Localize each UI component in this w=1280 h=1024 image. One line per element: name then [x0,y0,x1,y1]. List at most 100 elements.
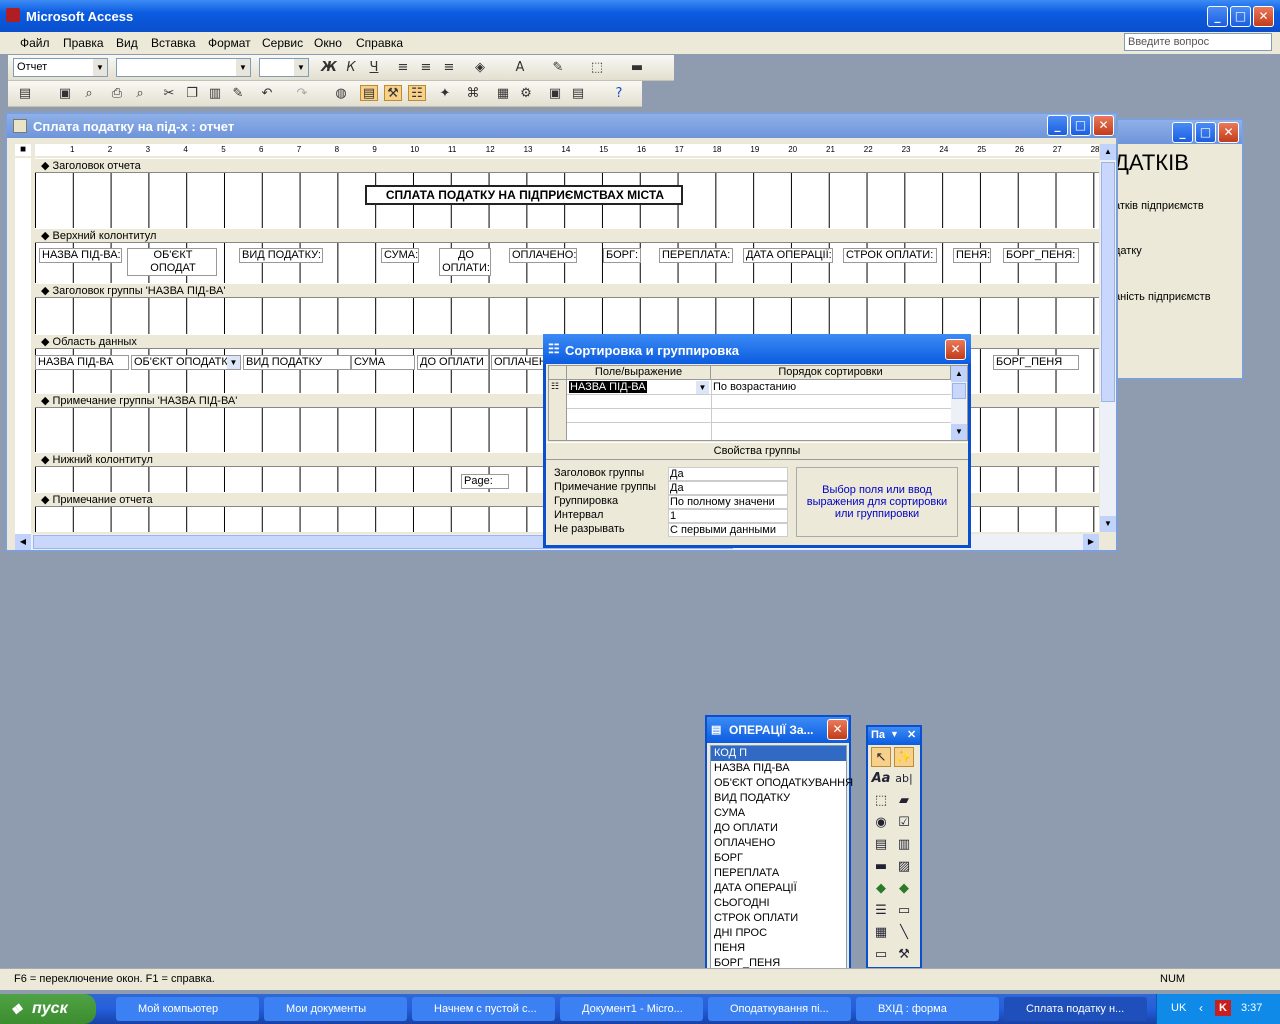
menu-file[interactable]: Файл [20,36,50,50]
field-suma[interactable]: СУМА [351,355,415,370]
search-icon[interactable]: ⌕ [80,86,98,102]
hyperlink-icon[interactable]: ◍ [332,86,350,102]
start-button[interactable]: ❖ пуск [0,994,96,1024]
label-borg-penya[interactable]: БОРГ_ПЕНЯ: [1003,248,1079,263]
sort-grid[interactable]: Поле/выражение Порядок сортировки ☷ НАЗВ… [548,365,968,441]
cut-icon[interactable]: ✂ [160,86,178,102]
scroll-down-icon[interactable]: ▼ [1100,516,1116,532]
label-do-oplaty[interactable]: ДО ОПЛАТИ: [439,248,491,276]
bg-minimize-button[interactable]: _ [1172,122,1193,143]
close-icon[interactable]: ✕ [907,728,916,741]
scroll-up-icon[interactable]: ▲ [951,366,967,382]
align-center-icon[interactable]: ≡ [417,60,435,76]
underline-icon[interactable]: Ч [365,60,383,76]
format-painter-icon[interactable]: ✎ [229,86,247,102]
fill-color-icon[interactable]: ◈ [471,60,489,76]
field-list-item[interactable]: ПЕРЕПЛАТА [711,866,846,881]
task-opodatkuvannya[interactable]: Оподаткування пі... [708,997,851,1021]
prop-value-interval[interactable]: 1 [668,509,788,523]
report-titlebar[interactable]: Сплата податку на під-х : отчет _ □ ✕ [7,114,1116,138]
object-combo[interactable]: Отчет ▼ [13,58,108,77]
tab-control-icon[interactable]: ▭ [894,901,914,921]
field-list-item[interactable]: СТРОК ОПЛАТИ [711,911,846,926]
scroll-up-icon[interactable]: ▲ [1100,144,1116,160]
chevron-down-icon[interactable]: ▼ [696,381,709,394]
code-icon[interactable]: ⌘ [464,86,482,102]
prop-value-group-header[interactable]: Да [668,467,788,481]
font-color-icon[interactable]: A [511,60,529,76]
bold-icon[interactable]: Ж [320,60,338,76]
section-report-header[interactable]: ◆ Заголовок отчета [35,158,1099,173]
command-button-icon[interactable]: ▬ [871,857,891,877]
label-data-operacii[interactable]: ДАТА ОПЕРАЦІЇ: [743,248,833,263]
minimize-button[interactable]: _ [1207,6,1228,27]
menu-tools[interactable]: Сервис [262,36,303,50]
menu-view[interactable]: Вид [116,36,138,50]
background-window[interactable]: _ □ ✕ ДАТКІВ атків підприємств датку ані… [1112,118,1244,380]
sorting-grouping-dialog[interactable]: ☷ Сортировка и группировка ✕ Поле/выраже… [543,334,971,548]
field-list-item[interactable]: ДО ОПЛАТИ [711,821,846,836]
properties-icon[interactable]: ▦ [494,86,512,102]
report-minimize-button[interactable]: _ [1047,115,1068,136]
task-vhid-form[interactable]: ВХІД : форма [856,997,999,1021]
page-break-icon[interactable]: ☰ [871,901,891,921]
checkbox-tool-icon[interactable]: ☑ [894,813,914,833]
vertical-scrollbar[interactable]: ▲ ▼ [1100,144,1116,532]
bg-close-button[interactable]: ✕ [1218,122,1239,143]
menu-window[interactable]: Окно [314,36,342,50]
option-button-icon[interactable]: ◉ [871,813,891,833]
report-selector[interactable]: ■ [15,144,31,156]
language-indicator[interactable]: UK [1171,1002,1186,1014]
field-obyekt-combo[interactable]: ОБ'ЄКТ ОПОДАТК ▼ [131,355,241,370]
scroll-right-icon[interactable]: ▶ [1083,534,1099,550]
view-icon[interactable]: ▤ [16,86,34,102]
field-list-item[interactable]: КОД П [711,746,846,761]
close-button[interactable]: ✕ [1253,6,1274,27]
menu-edit[interactable]: Правка [63,36,104,50]
prop-value-group-on[interactable]: По полному значени [668,495,788,509]
bg-window-titlebar[interactable]: _ □ ✕ [1114,120,1242,144]
scroll-left-icon[interactable]: ◀ [15,534,31,550]
menu-insert[interactable]: Вставка [151,36,196,50]
label-vyd-podatku[interactable]: ВИД ПОДАТКУ: [239,248,323,263]
chevron-down-icon[interactable]: ▼ [227,356,240,369]
task-my-computer[interactable]: Мой компьютер [116,997,259,1021]
field-list-icon[interactable]: ▤ [360,85,378,101]
menu-format[interactable]: Формат [208,36,251,50]
print-preview-icon[interactable]: ⌕ [131,86,149,102]
align-left-icon[interactable]: ≡ [394,60,412,76]
italic-icon[interactable]: К [342,60,360,76]
build-icon[interactable]: ⚙ [517,86,535,102]
subform-icon[interactable]: ▦ [871,923,891,943]
border-icon[interactable]: ⬚ [588,60,606,76]
control-wizards-icon[interactable]: ✨ [894,747,914,767]
sort-grid-scrollbar[interactable]: ▲ ▼ [951,366,967,440]
align-right-icon[interactable]: ≡ [440,60,458,76]
database-window-icon[interactable]: ▣ [546,86,564,102]
report-close-button[interactable]: ✕ [1093,115,1114,136]
bg-maximize-button[interactable]: □ [1195,122,1216,143]
sort-dialog-titlebar[interactable]: ☷ Сортировка и группировка ✕ [543,334,971,364]
redo-icon[interactable]: ↷ [293,86,311,102]
select-objects-icon[interactable]: ↖ [871,747,891,767]
field-do-oplaty[interactable]: ДО ОПЛАТИ [417,355,489,370]
field-oplacheno[interactable]: ОПЛАЧЕН [491,355,551,370]
field-list-close-button[interactable]: ✕ [827,719,848,740]
more-controls-icon[interactable]: ⚒ [894,945,914,965]
list-box-icon[interactable]: ▥ [894,835,914,855]
prop-value-keep-together[interactable]: С первыми данными [668,523,788,537]
sorting-grouping-icon[interactable]: ☷ [408,85,426,101]
label-strok-oplaty[interactable]: СТРОК ОПЛАТИ: [843,248,937,263]
bound-object-icon[interactable]: ◆ [894,879,914,899]
line-color-icon[interactable]: ✎ [549,60,567,76]
field-list-item[interactable]: ВИД ПОДАТКУ [711,791,846,806]
section-page-header[interactable]: ◆ Верхний колонтитул [35,228,1099,243]
prop-value-group-footer[interactable]: Да [668,481,788,495]
toolbox-icon[interactable]: ⚒ [384,85,402,101]
task-word-blank[interactable]: Начнем с пустой с... [412,997,555,1021]
field-list-item[interactable]: БОРГ [711,851,846,866]
field-list-item[interactable]: ПЕНЯ [711,941,846,956]
field-borg-penya[interactable]: БОРГ_ПЕНЯ [993,355,1079,370]
font-combo[interactable]: ▼ [116,58,251,77]
line-tool-icon[interactable]: ╲ [894,923,914,943]
